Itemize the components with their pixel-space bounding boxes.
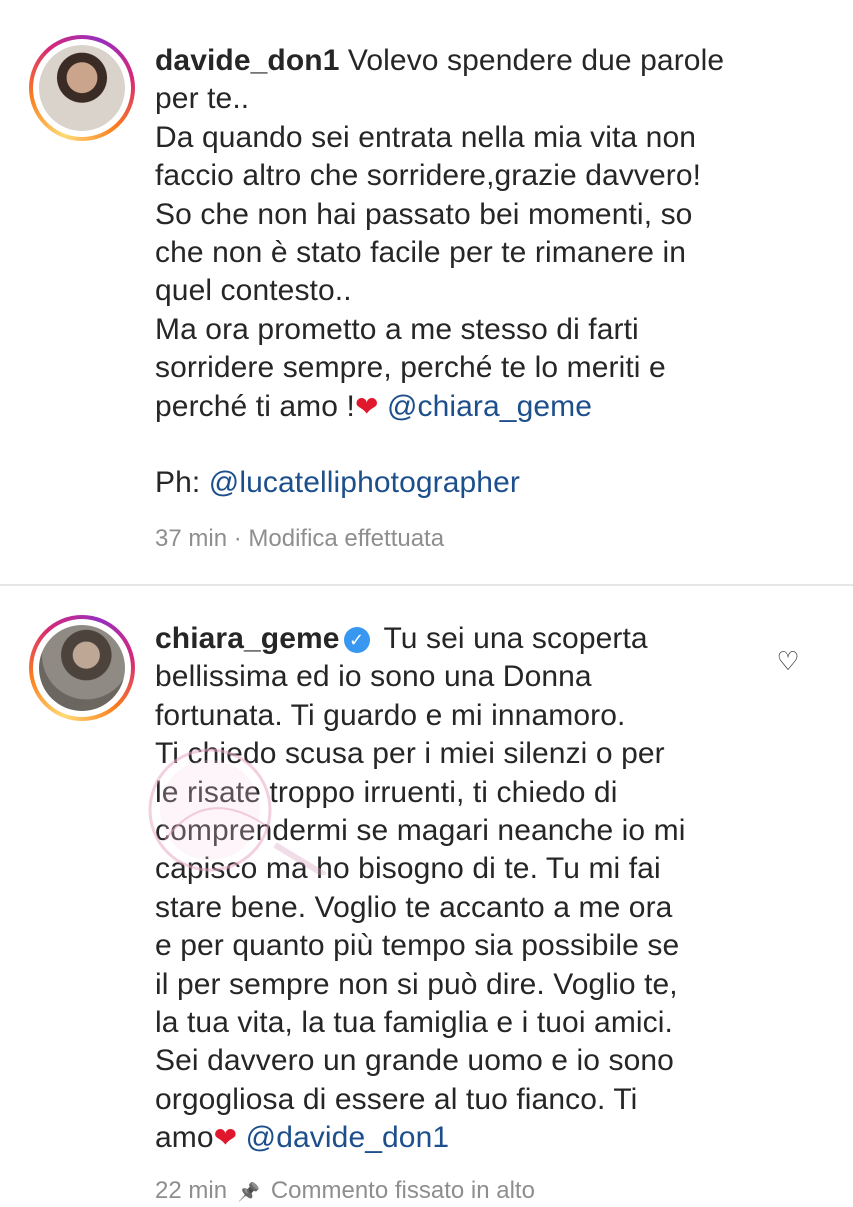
avatar-chiara[interactable] [29,615,135,721]
comment-line: e per quanto più tempo sia possibile se [155,929,680,963]
comment-line: amo [155,1121,214,1155]
like-heart-icon[interactable]: ♡ [774,647,802,675]
comment-line: comprendermi se magari neanche io mi [155,814,686,848]
comment-line: le risate troppo irruenti, ti chiedo di [155,775,618,809]
username-chiara[interactable]: chiara_geme [155,622,340,655]
comment-line: Tu sei una scoperta [383,622,648,655]
verified-badge-icon: ✓ [343,627,370,653]
comment-line: Sei davvero un grande uomo e io sono [155,1044,674,1078]
comment-chiara: chiara_geme ✓ Tu sei una scoperta belliss… [0,0,853,1204]
comment-meta: 22 min 📌 Commento fissato in alto [155,1176,535,1207]
avatar-image [39,625,125,711]
pin-icon: 📌 [237,1182,261,1202]
comment-line: stare bene. Voglio te accanto a me ora [155,890,673,924]
comment-line: bellissima ed io sono una Donna [155,660,592,694]
comment-line: orgogliosa di essere al tuo fianco. Ti [155,1082,638,1116]
comment-line: fortunata. Ti guardo e mi innamoro. [155,698,626,732]
comment-line: il per sempre non si può dire. Voglio te… [155,967,678,1001]
comment-line: capisco ma ho bisogno di te. Tu mi fai [155,852,661,886]
heart-emoji-icon: ❤ [213,1122,238,1154]
mention-davide[interactable]: @davide_don1 [246,1121,449,1154]
comment-line: Ti chiedo scusa per i miei silenzi o per [155,737,665,771]
comment-text: chiara_geme ✓ Tu sei una scoperta belliss… [155,620,775,1158]
comment-line: la tua vita, la tua famiglia e i tuoi am… [155,1006,673,1040]
